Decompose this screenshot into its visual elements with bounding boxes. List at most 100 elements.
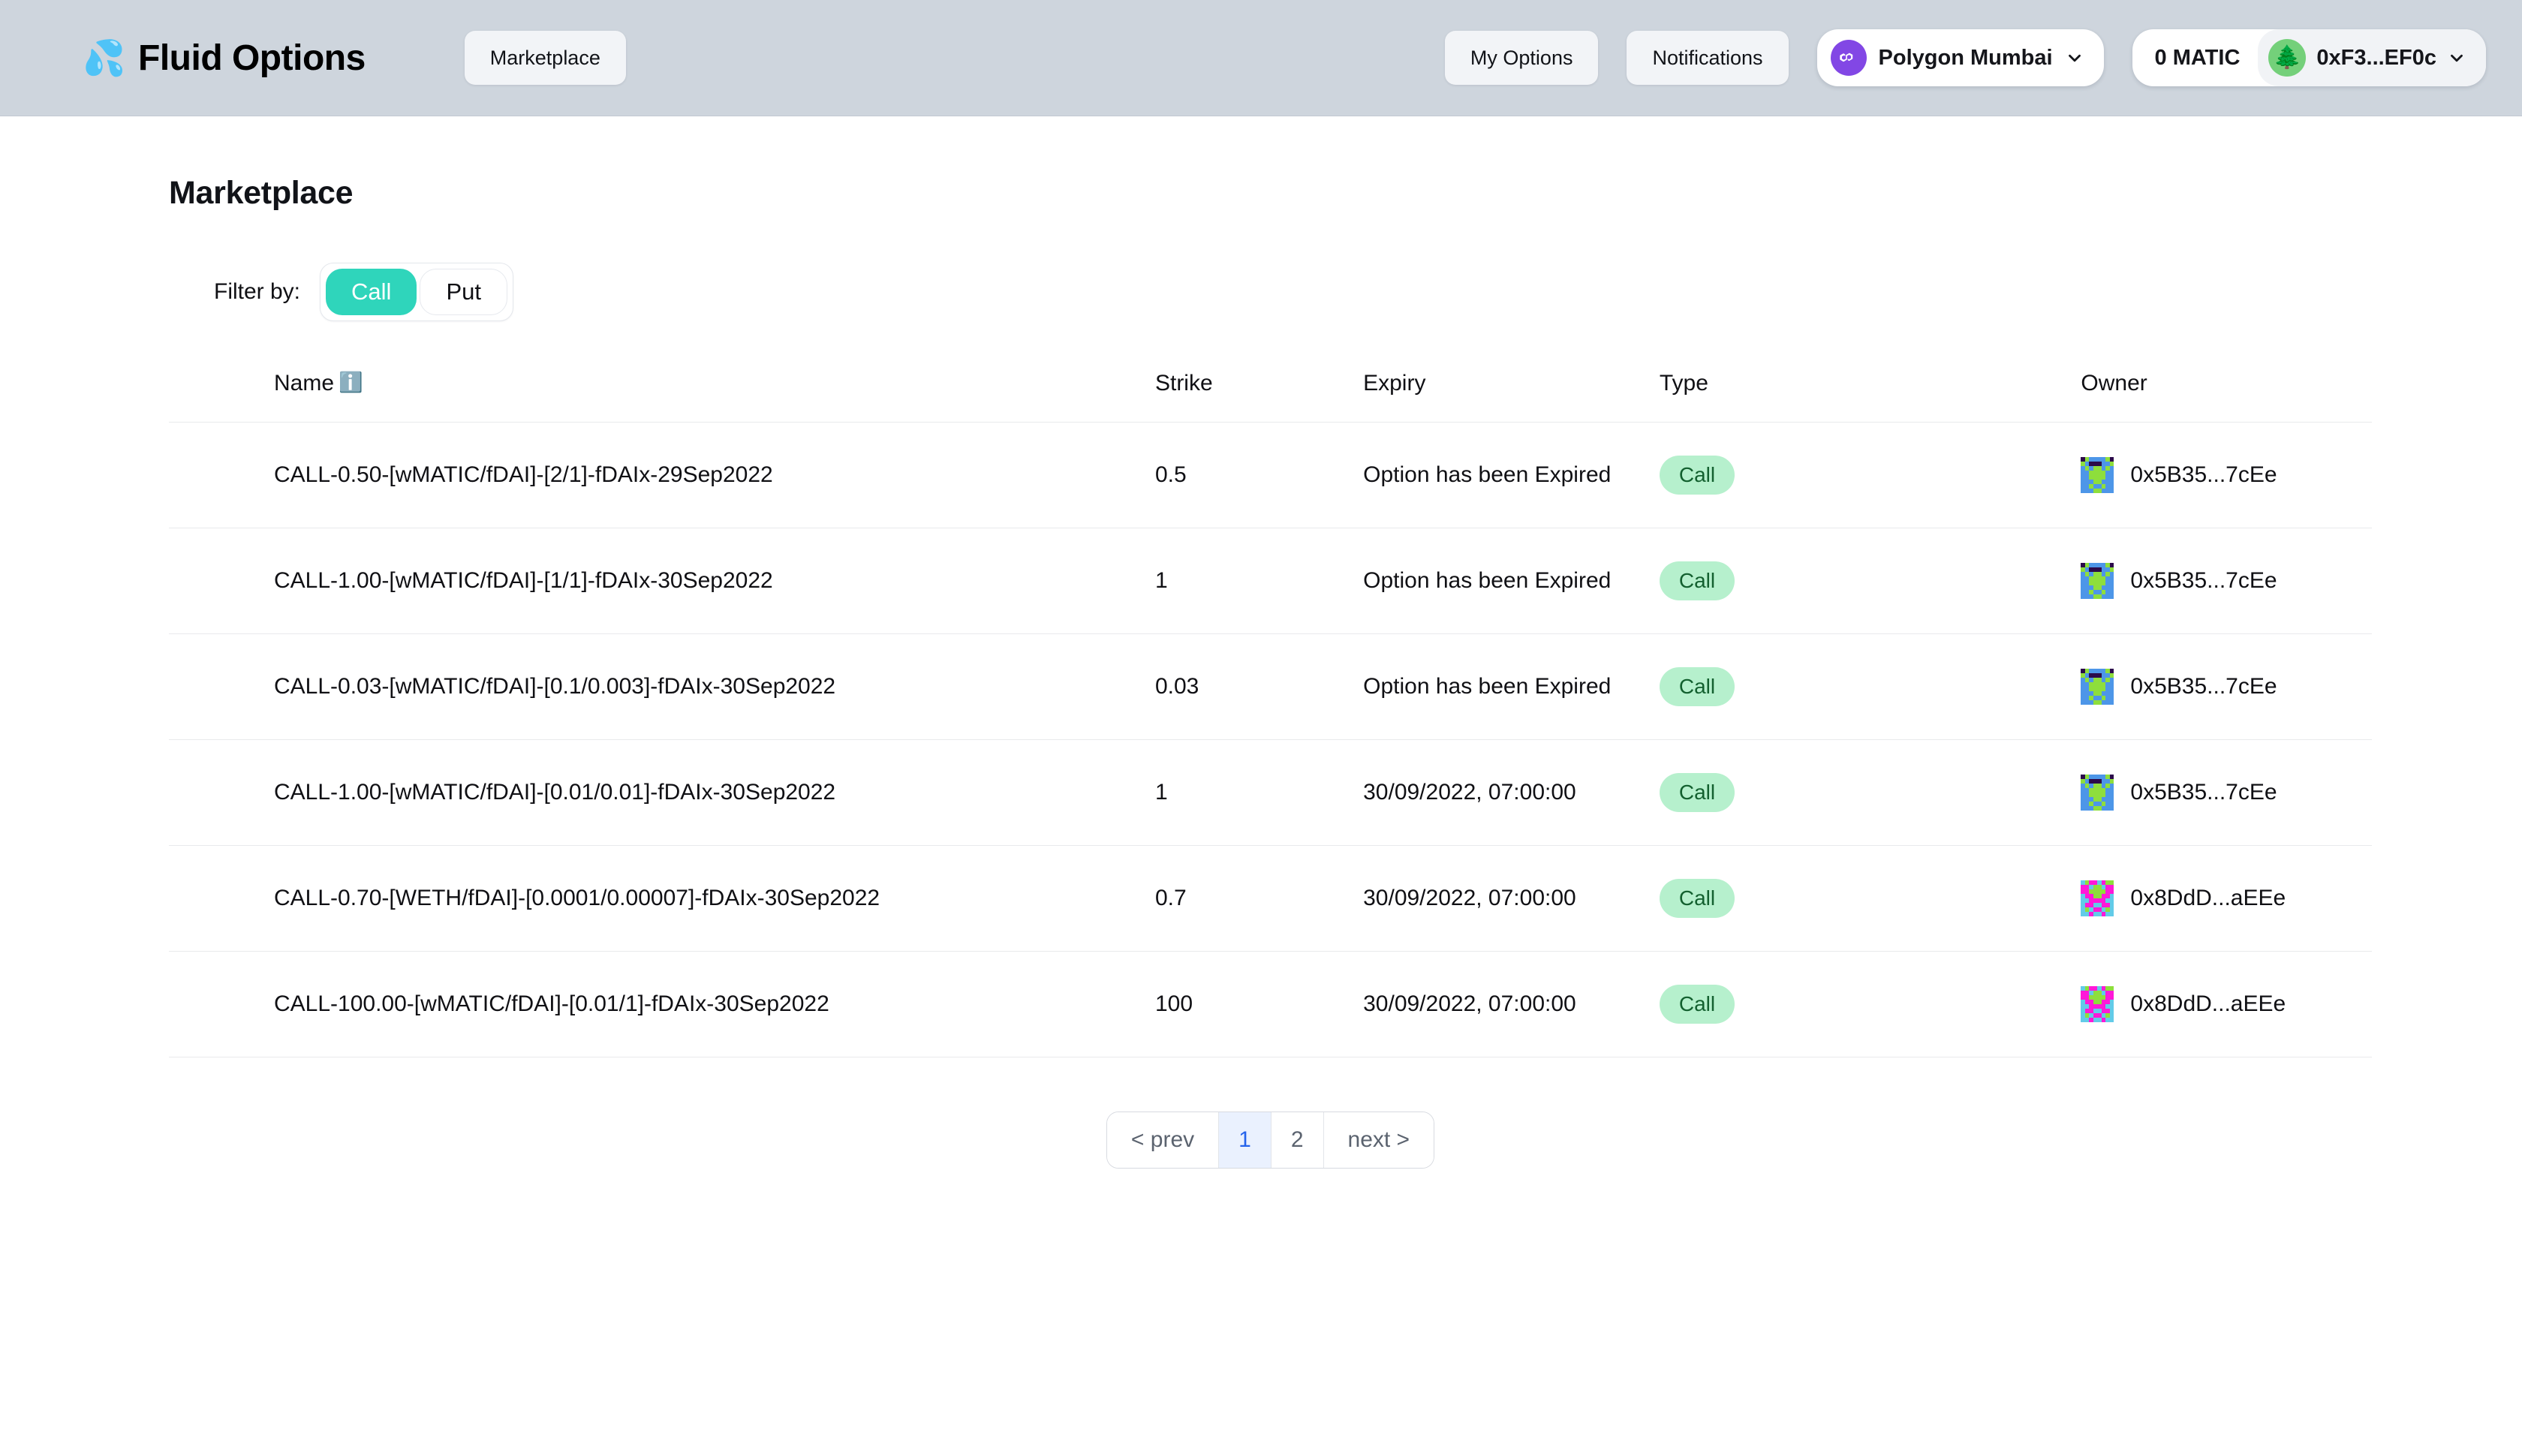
- cell-name: CALL-1.00-[wMATIC/fDAI]-[0.01/0.01]-fDAI…: [274, 780, 836, 805]
- cell-expiry: 30/09/2022, 07:00:00: [1363, 991, 1576, 1016]
- cell-owner: 0x5B35...7cEe: [1968, 634, 2372, 740]
- cell-type: Call: [1630, 846, 1969, 952]
- cell-name: CALL-0.70-[WETH/fDAI]-[0.0001/0.00007]-f…: [274, 886, 880, 910]
- cell-expiry: 30/09/2022, 07:00:00: [1363, 780, 1576, 805]
- account-address-pill[interactable]: 🌲 0xF3...EF0c: [2258, 29, 2486, 86]
- brand[interactable]: 💦 Fluid Options: [83, 37, 366, 79]
- cell-type: Call: [1630, 423, 1969, 528]
- owner-address: 0x5B35...7cEe: [2130, 568, 2277, 593]
- owner-identicon-icon: [2081, 563, 2114, 599]
- owner-identicon-icon: [2081, 669, 2114, 705]
- pagination-page-2[interactable]: 2: [1271, 1112, 1324, 1168]
- chain-selector-button[interactable]: Polygon Mumbai: [1816, 29, 2104, 86]
- owner-identicon-icon: [2081, 775, 2114, 811]
- cell-strike: 1: [1154, 568, 1168, 593]
- cell-owner: 0x5B35...7cEe: [1968, 423, 2372, 528]
- type-badge: Call: [1659, 985, 1735, 1024]
- nav-notifications-button[interactable]: Notifications: [1627, 31, 1789, 85]
- filter-toggle-group: Call Put: [320, 263, 513, 321]
- water-droplets-icon: 💦: [83, 38, 126, 77]
- table-row[interactable]: CALL-0.03-[wMATIC/fDAI]-[0.1/0.003]-fDAI…: [169, 633, 2372, 740]
- table-head: Name ℹ️ Strike Expiry Type Owner: [169, 371, 2372, 423]
- cell-owner: 0x8DdD...aEEe: [1968, 846, 2372, 952]
- content-container: Marketplace Filter by: Call Put Name ℹ️ S…: [169, 175, 2372, 1169]
- cell-owner: 0x8DdD...aEEe: [1968, 952, 2372, 1057]
- table-row[interactable]: CALL-0.70-[WETH/fDAI]-[0.0001/0.00007]-f…: [169, 845, 2372, 952]
- chain-label: Polygon Mumbai: [1878, 45, 2053, 70]
- column-header-name[interactable]: Name ℹ️: [169, 371, 1125, 423]
- owner-address: 0x5B35...7cEe: [2130, 780, 2277, 805]
- table-header-row: Name ℹ️ Strike Expiry Type Owner: [169, 371, 2372, 423]
- owner-identicon-icon: [2081, 880, 2114, 916]
- cell-expiry: 30/09/2022, 07:00:00: [1363, 886, 1576, 910]
- filter-row: Filter by: Call Put: [214, 263, 2372, 321]
- owner-cell: 0x5B35...7cEe: [2081, 457, 2372, 493]
- pagination: < prev 1 2 next >: [1106, 1112, 1435, 1169]
- top-navbar: 💦 Fluid Options Marketplace My Options N…: [0, 0, 2522, 116]
- column-header-expiry[interactable]: Expiry: [1363, 371, 1630, 423]
- account-address: 0xF3...EF0c: [2316, 45, 2436, 70]
- column-header-type[interactable]: Type: [1630, 371, 1969, 423]
- pagination-next-button[interactable]: next >: [1323, 1112, 1434, 1168]
- owner-address: 0x5B35...7cEe: [2130, 674, 2277, 699]
- column-header-owner[interactable]: Owner: [1968, 371, 2372, 423]
- type-badge: Call: [1659, 561, 1735, 600]
- chevron-down-icon: [2447, 48, 2466, 68]
- pagination-prev-button[interactable]: < prev: [1106, 1112, 1220, 1168]
- owner-address: 0x8DdD...aEEe: [2130, 886, 2286, 910]
- cell-expiry: Option has been Expired: [1363, 674, 1612, 699]
- nav-marketplace-button[interactable]: Marketplace: [464, 31, 626, 85]
- cell-name: CALL-100.00-[wMATIC/fDAI]-[0.01/1]-fDAIx…: [274, 991, 829, 1016]
- type-badge: Call: [1659, 879, 1735, 918]
- account-button[interactable]: 0 MATIC 🌲 0xF3...EF0c: [2132, 29, 2486, 86]
- page-body: Marketplace Filter by: Call Put Name ℹ️ S…: [0, 175, 2522, 1169]
- tree-avatar-icon: 🌲: [2268, 39, 2307, 77]
- table-body: CALL-0.50-[wMATIC/fDAI]-[2/1]-fDAIx-29Se…: [169, 422, 2372, 1057]
- brand-name: Fluid Options: [138, 38, 366, 78]
- cell-name: CALL-1.00-[wMATIC/fDAI]-[1/1]-fDAIx-30Se…: [274, 568, 773, 593]
- owner-address: 0x8DdD...aEEe: [2130, 991, 2286, 1016]
- nav-my-options-button[interactable]: My Options: [1444, 31, 1599, 85]
- owner-cell: 0x5B35...7cEe: [2081, 563, 2372, 599]
- cell-name: CALL-0.03-[wMATIC/fDAI]-[0.1/0.003]-fDAI…: [274, 674, 836, 699]
- cell-type: Call: [1630, 952, 1969, 1057]
- pagination-row: < prev 1 2 next >: [169, 1112, 2372, 1169]
- owner-cell: 0x8DdD...aEEe: [2081, 880, 2372, 916]
- chevron-down-icon: [2065, 48, 2084, 68]
- cell-strike: 1: [1154, 780, 1168, 805]
- cell-expiry: Option has been Expired: [1363, 568, 1612, 593]
- filter-call-button[interactable]: Call: [326, 269, 417, 315]
- pagination-page-1[interactable]: 1: [1219, 1112, 1272, 1168]
- cell-strike: 0.7: [1154, 886, 1187, 910]
- page-title: Marketplace: [169, 175, 354, 211]
- cell-type: Call: [1630, 528, 1969, 634]
- cell-strike: 0.03: [1154, 674, 1199, 699]
- column-header-strike[interactable]: Strike: [1125, 371, 1363, 423]
- cell-strike: 100: [1154, 991, 1193, 1016]
- owner-identicon-icon: [2081, 986, 2114, 1022]
- cell-type: Call: [1630, 740, 1969, 846]
- cell-name: CALL-0.50-[wMATIC/fDAI]-[2/1]-fDAIx-29Se…: [274, 462, 773, 487]
- filter-put-button[interactable]: Put: [420, 269, 507, 315]
- options-table: Name ℹ️ Strike Expiry Type Owner CALL-0.5…: [169, 371, 2372, 1057]
- navbar-right-group: My Options Notifications Polygon Mumbai …: [1444, 29, 2486, 86]
- owner-address: 0x5B35...7cEe: [2130, 462, 2277, 487]
- column-header-name-label: Name: [274, 371, 335, 396]
- table-row[interactable]: CALL-100.00-[wMATIC/fDAI]-[0.01/1]-fDAIx…: [169, 951, 2372, 1057]
- cell-expiry: Option has been Expired: [1363, 462, 1612, 487]
- info-icon[interactable]: ℹ️: [339, 371, 363, 393]
- table-row[interactable]: CALL-1.00-[wMATIC/fDAI]-[1/1]-fDAIx-30Se…: [169, 528, 2372, 634]
- wallet-balance: 0 MATIC: [2154, 45, 2241, 70]
- type-badge: Call: [1659, 773, 1735, 812]
- owner-cell: 0x5B35...7cEe: [2081, 775, 2372, 811]
- table-row[interactable]: CALL-0.50-[wMATIC/fDAI]-[2/1]-fDAIx-29Se…: [169, 422, 2372, 528]
- owner-cell: 0x5B35...7cEe: [2081, 669, 2372, 705]
- polygon-icon: [1830, 40, 1867, 76]
- cell-type: Call: [1630, 634, 1969, 740]
- table-row[interactable]: CALL-1.00-[wMATIC/fDAI]-[0.01/0.01]-fDAI…: [169, 739, 2372, 846]
- owner-cell: 0x8DdD...aEEe: [2081, 986, 2372, 1022]
- cell-owner: 0x5B35...7cEe: [1968, 528, 2372, 634]
- options-table-wrapper: Name ℹ️ Strike Expiry Type Owner CALL-0.5…: [169, 371, 2372, 1057]
- cell-owner: 0x5B35...7cEe: [1968, 740, 2372, 846]
- type-badge: Call: [1659, 667, 1735, 706]
